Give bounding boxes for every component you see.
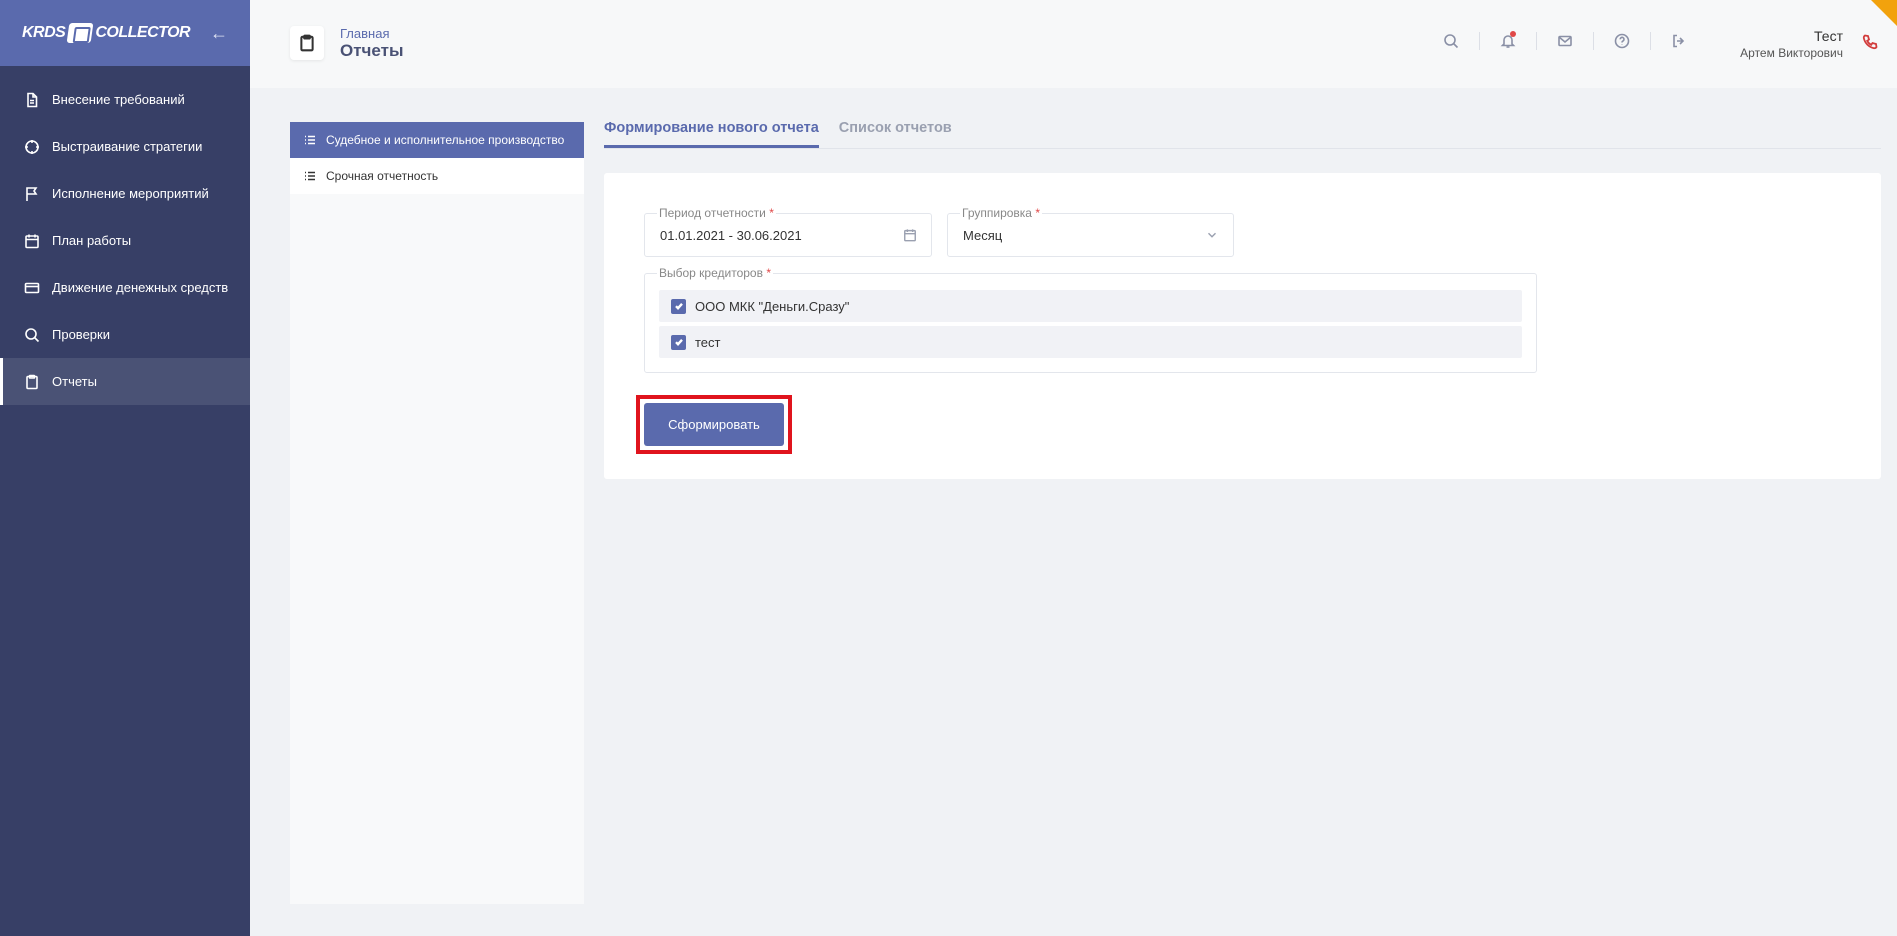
- mail-icon[interactable]: [1537, 33, 1593, 49]
- submit-highlight: Сформировать: [636, 395, 792, 454]
- page-clipboard-icon: [290, 26, 324, 60]
- report-type-menu: Судебное и исполнительное производство С…: [290, 122, 584, 904]
- sidebar-nav: Внесение требований Выстраивание стратег…: [0, 66, 250, 405]
- report-type-urgent[interactable]: Срочная отчетность: [290, 158, 584, 194]
- header-actions: [1423, 31, 1707, 50]
- sidebar-item-label: Движение денежных средств: [52, 280, 229, 295]
- tab-report-list[interactable]: Список отчетов: [839, 120, 952, 148]
- chevron-down-icon: [1205, 228, 1219, 247]
- credit-card-icon: [24, 282, 40, 293]
- sidebar-header: KRDS COLLECTOR ←: [0, 0, 250, 66]
- report-form-card: Период отчетности * 01.01.2021 - 30.06.2…: [604, 173, 1881, 479]
- report-type-label: Срочная отчетность: [326, 169, 439, 183]
- crosshair-icon: [25, 139, 39, 154]
- search-icon[interactable]: [1423, 33, 1479, 49]
- grouping-select[interactable]: Группировка * Месяц: [947, 206, 1234, 257]
- sidebar-item-strategy[interactable]: Выстраивание стратегии: [0, 123, 250, 170]
- logo-text-right: COLLECTOR: [95, 24, 191, 41]
- report-type-court[interactable]: Судебное и исполнительное производство: [290, 122, 584, 158]
- list-icon: [305, 171, 315, 181]
- user-full-name: Артем Викторович: [1740, 46, 1843, 60]
- help-icon[interactable]: [1594, 33, 1650, 49]
- sidebar-item-cash-flow[interactable]: Движение денежных средств: [0, 264, 250, 311]
- top-header: Главная Отчеты Тест Артем Викторович: [250, 0, 1897, 88]
- sidebar-item-label: Выстраивание стратегии: [52, 139, 203, 154]
- creditors-group: Выбор кредиторов * ООО МКК "Деньги.Сразу…: [644, 266, 1537, 373]
- collapse-sidebar-icon[interactable]: ←: [210, 23, 228, 44]
- period-label: Период отчетности *: [657, 206, 776, 220]
- period-field[interactable]: Период отчетности * 01.01.2021 - 30.06.2…: [644, 206, 932, 257]
- search-icon: [25, 327, 40, 342]
- creditor-option[interactable]: ООО МКК "Деньги.Сразу": [659, 290, 1522, 322]
- phone-icon[interactable]: [1861, 33, 1879, 56]
- sidebar-item-reports[interactable]: Отчеты: [0, 358, 250, 405]
- report-tabs: Формирование нового отчета Список отчето…: [604, 120, 1881, 149]
- creditor-name: ООО МКК "Деньги.Сразу": [695, 298, 850, 314]
- sidebar: KRDS COLLECTOR ← Внесение требований Выс…: [0, 0, 250, 936]
- user-name: Тест: [1814, 28, 1843, 44]
- breadcrumb[interactable]: Главная: [340, 26, 389, 41]
- sidebar-item-label: План работы: [52, 233, 132, 248]
- sidebar-item-requirements[interactable]: Внесение требований: [0, 76, 250, 123]
- checkbox-checked-icon[interactable]: [671, 298, 686, 314]
- flag-icon: [26, 186, 38, 201]
- sidebar-item-label: Исполнение мероприятий: [52, 186, 209, 201]
- sidebar-item-label: Внесение требований: [52, 92, 185, 107]
- notification-badge: [1510, 31, 1516, 37]
- creditor-name: тест: [695, 334, 721, 350]
- sidebar-item-label: Проверки: [52, 327, 110, 342]
- logo-text-left: KRDS: [22, 24, 66, 41]
- checkbox-checked-icon[interactable]: [671, 334, 686, 350]
- sidebar-item-checks[interactable]: Проверки: [0, 311, 250, 358]
- corner-ribbon: [1871, 0, 1897, 26]
- calendar-icon[interactable]: [903, 228, 917, 247]
- page-title: Отчеты: [340, 41, 404, 60]
- logo-box-icon: [66, 23, 94, 43]
- clipboard-icon: [26, 374, 38, 389]
- grouping-label: Группировка *: [960, 206, 1042, 220]
- creditors-label: Выбор кредиторов *: [657, 266, 773, 280]
- user-info[interactable]: Тест Артем Викторович: [1740, 28, 1843, 60]
- report-type-label: Судебное и исполнительное производство: [326, 133, 565, 147]
- list-icon: [305, 135, 315, 145]
- document-icon: [27, 92, 38, 107]
- logout-icon[interactable]: [1651, 33, 1707, 49]
- calendar-icon: [25, 234, 39, 248]
- tab-new-report[interactable]: Формирование нового отчета: [604, 120, 819, 148]
- sidebar-item-work-plan[interactable]: План работы: [0, 217, 250, 264]
- grouping-value: Месяц: [963, 228, 1003, 243]
- sidebar-item-activities[interactable]: Исполнение мероприятий: [0, 170, 250, 217]
- bell-icon[interactable]: [1480, 31, 1536, 49]
- sidebar-item-label: Отчеты: [52, 374, 97, 389]
- app-logo[interactable]: KRDS COLLECTOR: [22, 23, 191, 43]
- creditor-option[interactable]: тест: [659, 326, 1522, 358]
- period-value: 01.01.2021 - 30.06.2021: [660, 228, 802, 243]
- generate-report-button[interactable]: Сформировать: [644, 403, 784, 446]
